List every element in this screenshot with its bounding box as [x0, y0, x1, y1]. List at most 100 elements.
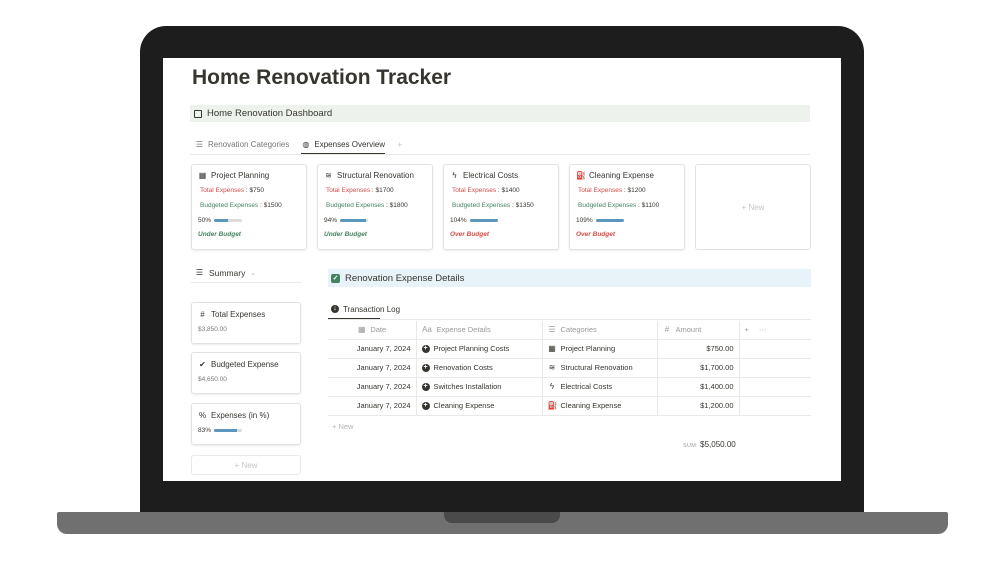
percent-value: 109%: [576, 217, 593, 224]
layers-icon: ≋: [325, 171, 332, 180]
transaction-table: ▦ Date Aa Expense Details ☰ Categories # Amo…: [328, 321, 811, 416]
more-options-icon[interactable]: ···: [759, 325, 767, 334]
card-title: Structural Renovation: [337, 171, 414, 180]
amount-cell[interactable]: $750.00: [657, 339, 740, 359]
category-card[interactable]: ▦ Project Planning Total Expenses : $750 …: [191, 164, 307, 250]
page-title: Home Renovation Tracker: [192, 66, 452, 89]
empty-cell: [739, 339, 811, 359]
amount-cell[interactable]: $1,700.00: [657, 358, 740, 378]
summary-card[interactable]: % Expenses (in %) 83%: [191, 403, 301, 445]
plus-circle-icon: +: [421, 363, 430, 372]
category-card[interactable]: ≋ Structural Renovation Total Expenses : …: [317, 164, 433, 250]
table-row[interactable]: January 7, 2024 + Cleaning Expense ⛽ Clean…: [328, 396, 811, 416]
total-label: Total Expenses: [452, 187, 497, 194]
calendar-icon: ▦: [198, 171, 207, 180]
budget-status: Over Budget: [576, 231, 616, 238]
spray-icon: ⛽: [576, 171, 586, 180]
sum-label: SUM: [683, 443, 697, 449]
date-cell[interactable]: January 7, 2024: [328, 377, 417, 397]
list-icon: ☰: [195, 140, 204, 149]
date-cell[interactable]: January 7, 2024: [328, 339, 417, 359]
category-card[interactable]: ⛽ Cleaning Expense Total Expenses : $1200…: [569, 164, 685, 250]
amount-cell[interactable]: $1,400.00: [657, 377, 740, 397]
calendar-icon: ▦: [358, 325, 366, 335]
tab-label: Transaction Log: [343, 304, 401, 314]
progress-bar: [595, 219, 624, 222]
summary-label: Summary: [209, 267, 246, 278]
hash-icon: #: [200, 310, 205, 319]
text-icon: Aa: [422, 325, 432, 335]
column-header-expense[interactable]: Aa Expense Details: [416, 321, 543, 340]
summary-card[interactable]: ✔ Budgeted Expense $4,650.00: [191, 352, 301, 394]
card-title: Project Planning: [211, 171, 270, 180]
budget-value: $1100: [641, 202, 660, 209]
tab-renovation-categories[interactable]: ☰ Renovation Categories: [195, 136, 289, 153]
summary-view-toggle[interactable]: ☰ Summary ⌄: [191, 263, 301, 283]
date-cell[interactable]: January 7, 2024: [328, 396, 417, 416]
budget-status: Over Budget: [450, 231, 490, 238]
plus-circle-icon: +: [421, 401, 430, 410]
empty-cell: [739, 377, 811, 397]
expense-cell[interactable]: + Renovation Costs: [416, 358, 543, 378]
summary-new-button[interactable]: + New: [191, 455, 301, 475]
plus-circle-icon: +: [421, 382, 430, 391]
percent-value: 50%: [198, 217, 212, 224]
dashboard-callout[interactable]: Home Renovation Dashboard: [190, 105, 810, 122]
percent-value: 104%: [450, 217, 467, 224]
check-circle-icon: ✔: [199, 360, 206, 369]
add-view-button[interactable]: +: [397, 136, 402, 153]
tab-transaction-log[interactable]: ↓ Transaction Log: [331, 300, 400, 318]
details-callout[interactable]: ✓ Renovation Expense Details: [328, 269, 811, 287]
budget-label: Budgeted Expenses: [326, 202, 385, 209]
new-row-button[interactable]: + New: [332, 422, 353, 431]
expense-cell[interactable]: + Project Planning Costs: [416, 339, 543, 359]
budget-label: Budgeted Expenses: [578, 202, 637, 209]
chevron-down-icon: ⌄: [250, 269, 257, 277]
progress-bar: [340, 219, 369, 222]
details-title: Renovation Expense Details: [345, 272, 465, 284]
category-cell[interactable]: ϟ Electrical Costs: [542, 377, 658, 397]
column-header-categories[interactable]: ☰ Categories: [542, 321, 658, 340]
category-cell[interactable]: ≋ Structural Renovation: [542, 358, 658, 378]
table-row[interactable]: January 7, 2024 + Project Planning Costs …: [328, 339, 811, 359]
progress-bar: [214, 429, 243, 432]
column-header-date[interactable]: ▦ Date: [328, 321, 417, 340]
summary-card[interactable]: # Total Expenses $3,850.00: [191, 302, 301, 344]
date-cell[interactable]: January 7, 2024: [328, 358, 417, 378]
total-value: $750: [249, 187, 264, 194]
sum-footer[interactable]: SUM $5,050.00: [683, 440, 736, 449]
column-header-amount[interactable]: # Amount: [657, 321, 740, 340]
table-row[interactable]: January 7, 2024 + Switches Installation ϟ…: [328, 377, 811, 397]
total-label: Total Expenses: [200, 187, 245, 194]
lightning-icon: ϟ: [549, 382, 555, 391]
category-cell[interactable]: ▦ Project Planning: [542, 339, 658, 359]
expense-cell[interactable]: + Cleaning Expense: [416, 396, 543, 416]
list-icon: ☰: [548, 325, 556, 335]
summary-value: 83%: [198, 427, 212, 434]
download-icon: ↓: [331, 305, 339, 313]
add-column-button[interactable]: +: [745, 325, 749, 334]
hash-icon: #: [664, 325, 670, 335]
category-card[interactable]: ϟ Electrical Costs Total Expenses : $1400…: [443, 164, 559, 250]
dashboard-label: Home Renovation Dashboard: [207, 108, 333, 119]
summary-title: Expenses (in %): [211, 411, 270, 420]
tab-expenses-overview[interactable]: ◍ Expenses Overview: [301, 136, 385, 154]
list-icon: ☰: [195, 268, 204, 277]
lightning-icon: ϟ: [452, 171, 457, 180]
budget-status: Under Budget: [324, 231, 367, 238]
square-icon: [194, 109, 202, 118]
expense-cell[interactable]: + Switches Installation: [416, 377, 543, 397]
amount-cell[interactable]: $1,200.00: [657, 396, 740, 416]
progress-bar: [214, 219, 243, 222]
category-cell[interactable]: ⛽ Cleaning Expense: [542, 396, 658, 416]
percent-icon: %: [198, 411, 207, 420]
table-row[interactable]: January 7, 2024 + Renovation Costs ≋ Struc…: [328, 358, 811, 378]
checkbox-icon: ✓: [331, 273, 340, 283]
summary-title: Total Expenses: [211, 310, 266, 319]
empty-cell: [739, 358, 811, 378]
tab-label: Renovation Categories: [208, 140, 290, 149]
summary-value: $3,850.00: [198, 326, 227, 333]
empty-cell: [739, 396, 811, 416]
new-card-button[interactable]: + New: [695, 164, 811, 250]
spray-icon: ⛽: [547, 401, 558, 410]
